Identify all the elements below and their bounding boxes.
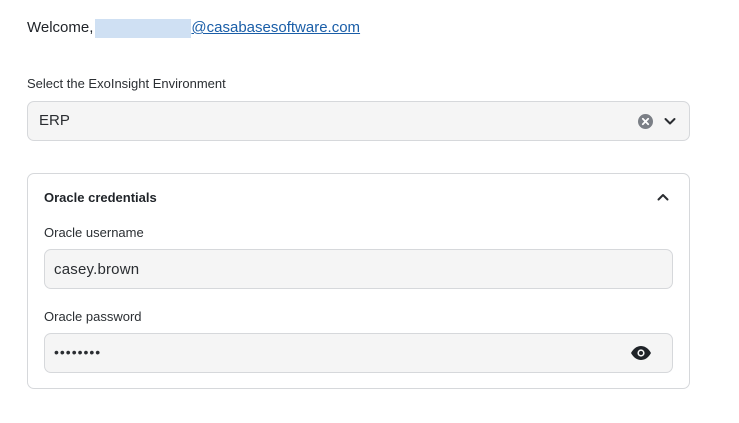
email-link[interactable]: @casabasesoftware.com bbox=[191, 18, 360, 38]
eye-icon[interactable] bbox=[630, 345, 652, 361]
password-value: •••••••• bbox=[54, 344, 102, 360]
chevron-up-icon[interactable] bbox=[655, 189, 671, 205]
environment-selected-value: ERP bbox=[39, 112, 70, 129]
username-input[interactable]: casey.brown bbox=[44, 249, 673, 289]
environment-select[interactable]: ERP bbox=[27, 101, 690, 141]
username-value: casey.brown bbox=[54, 261, 140, 278]
oracle-credentials-panel: Oracle credentials Oracle username casey… bbox=[27, 173, 690, 389]
welcome-line: Welcome, @casabasesoftware.com bbox=[27, 18, 360, 38]
panel-title: Oracle credentials bbox=[44, 190, 157, 205]
clear-circle-icon[interactable] bbox=[637, 113, 654, 130]
password-input[interactable]: •••••••• bbox=[44, 333, 673, 373]
username-label: Oracle username bbox=[44, 225, 144, 240]
password-label: Oracle password bbox=[44, 309, 142, 324]
environment-label: Select the ExoInsight Environment bbox=[27, 76, 226, 91]
welcome-text: Welcome, bbox=[27, 19, 94, 36]
redacted-username bbox=[95, 18, 192, 38]
chevron-down-icon[interactable] bbox=[662, 113, 678, 129]
